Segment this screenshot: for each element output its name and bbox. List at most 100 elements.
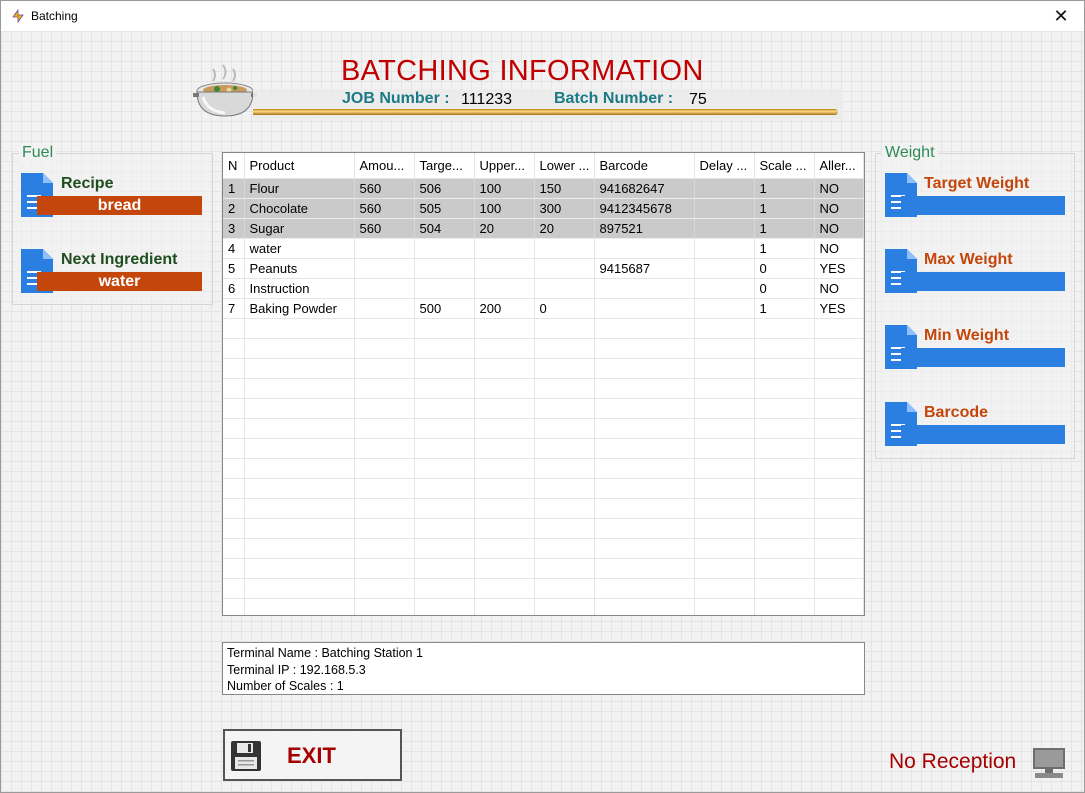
table-cell[interactable]: 100 (474, 178, 535, 199)
table-cell[interactable]: NO (814, 278, 864, 299)
table-cell[interactable]: 1 (223, 178, 245, 199)
column-header[interactable]: Product (244, 153, 355, 179)
batch-number-label: Batch Number : (554, 90, 674, 107)
table-cell[interactable]: 1 (754, 238, 815, 259)
table-cell[interactable]: 560 (354, 218, 415, 239)
table-cell[interactable]: 0 (754, 258, 815, 279)
table-cell[interactable]: 560 (354, 198, 415, 219)
table-cell[interactable]: 7 (223, 298, 245, 319)
table-cell[interactable]: 1 (754, 298, 815, 319)
table-cell[interactable]: Peanuts (244, 258, 355, 279)
table-cell[interactable]: NO (814, 218, 864, 239)
column-header[interactable]: Lower ... (534, 153, 595, 179)
table-cell[interactable]: 5 (223, 258, 245, 279)
table-cell[interactable] (474, 278, 535, 299)
table-cell[interactable]: 20 (534, 218, 595, 239)
empty-row (223, 378, 864, 399)
table-cell[interactable] (474, 258, 535, 279)
table-cell[interactable]: 506 (414, 178, 475, 199)
table-cell[interactable] (694, 278, 755, 299)
table-cell[interactable] (534, 278, 595, 299)
table-cell[interactable]: NO (814, 178, 864, 199)
table-cell[interactable] (694, 178, 755, 199)
table-cell[interactable]: 505 (414, 198, 475, 219)
table-cell[interactable]: NO (814, 198, 864, 219)
table-cell[interactable] (354, 238, 415, 259)
empty-cell (414, 358, 475, 379)
table-cell[interactable]: Flour (244, 178, 355, 199)
table-cell[interactable] (414, 238, 475, 259)
column-header[interactable]: Aller... (814, 153, 864, 179)
table-cell[interactable]: 0 (754, 278, 815, 299)
table-cell[interactable]: 897521 (594, 218, 695, 239)
table-cell[interactable]: 4 (223, 238, 245, 259)
table-cell[interactable] (594, 298, 695, 319)
column-header[interactable]: Amou... (354, 153, 415, 179)
table-cell[interactable] (354, 258, 415, 279)
table-row[interactable]: 1 Flour 560 506 100 150 941682647 1 NO (223, 178, 864, 199)
empty-cell (474, 318, 535, 339)
table-row[interactable]: 5 Peanuts 9415687 0 YES (223, 258, 864, 279)
empty-cell (354, 518, 415, 539)
close-icon: ✕ (1053, 6, 1069, 26)
table-cell[interactable]: 150 (534, 178, 595, 199)
table-row[interactable]: 3 Sugar 560 504 20 20 897521 1 NO (223, 218, 864, 239)
table-cell[interactable] (694, 218, 755, 239)
table-row[interactable]: 6 Instruction 0 NO (223, 278, 864, 299)
table-cell[interactable] (414, 258, 475, 279)
close-button[interactable]: ✕ (1038, 1, 1084, 32)
table-cell[interactable] (694, 238, 755, 259)
column-header[interactable]: Scale ... (754, 153, 815, 179)
table-cell[interactable]: Baking Powder (244, 298, 355, 319)
table-cell[interactable]: 560 (354, 178, 415, 199)
table-cell[interactable]: 6 (223, 278, 245, 299)
empty-cell (244, 578, 355, 599)
table-cell[interactable]: 1 (754, 218, 815, 239)
table-cell[interactable]: 20 (474, 218, 535, 239)
column-header[interactable]: N (223, 153, 245, 179)
table-cell[interactable]: 200 (474, 298, 535, 319)
empty-cell (354, 498, 415, 519)
table-cell[interactable] (694, 198, 755, 219)
table-cell[interactable]: 300 (534, 198, 595, 219)
table-cell[interactable] (354, 278, 415, 299)
table-cell[interactable]: 9412345678 (594, 198, 695, 219)
ingredients-grid[interactable]: N Product Amou... Targe... Upper... Lowe… (222, 152, 865, 616)
table-cell[interactable]: 9415687 (594, 258, 695, 279)
table-cell[interactable]: 100 (474, 198, 535, 219)
table-cell[interactable] (694, 258, 755, 279)
table-cell[interactable]: water (244, 238, 355, 259)
table-cell[interactable] (594, 278, 695, 299)
column-header[interactable]: Barcode (594, 153, 695, 179)
column-header[interactable]: Upper... (474, 153, 535, 179)
table-cell[interactable] (414, 278, 475, 299)
table-cell[interactable]: YES (814, 298, 864, 319)
table-cell[interactable]: Chocolate (244, 198, 355, 219)
table-cell[interactable]: 500 (414, 298, 475, 319)
empty-cell (694, 438, 755, 459)
column-header[interactable]: Targe... (414, 153, 475, 179)
table-cell[interactable]: YES (814, 258, 864, 279)
table-cell[interactable]: NO (814, 238, 864, 259)
table-row[interactable]: 2 Chocolate 560 505 100 300 9412345678 1 NO (223, 198, 864, 219)
table-cell[interactable] (594, 238, 695, 259)
table-cell[interactable]: Sugar (244, 218, 355, 239)
table-cell[interactable]: 1 (754, 178, 815, 199)
table-cell[interactable]: 1 (754, 198, 815, 219)
table-cell[interactable]: 2 (223, 198, 245, 219)
exit-button[interactable]: EXIT (223, 729, 402, 781)
table-cell[interactable] (534, 238, 595, 259)
empty-cell (814, 558, 864, 579)
table-cell[interactable] (474, 238, 535, 259)
table-cell[interactable]: 3 (223, 218, 245, 239)
table-cell[interactable]: 504 (414, 218, 475, 239)
table-cell[interactable]: 0 (534, 298, 595, 319)
column-header[interactable]: Delay ... (694, 153, 755, 179)
table-row[interactable]: 7 Baking Powder 500 200 0 1 YES (223, 298, 864, 319)
table-cell[interactable]: 941682647 (594, 178, 695, 199)
table-row[interactable]: 4 water 1 NO (223, 238, 864, 259)
table-cell[interactable]: Instruction (244, 278, 355, 299)
table-cell[interactable] (354, 298, 415, 319)
table-cell[interactable] (534, 258, 595, 279)
table-cell[interactable] (694, 298, 755, 319)
